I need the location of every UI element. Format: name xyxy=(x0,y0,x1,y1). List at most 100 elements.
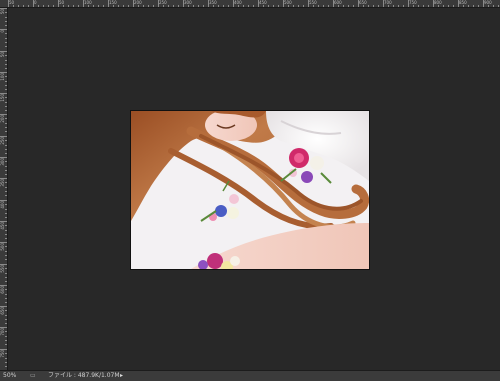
ruler-tick xyxy=(98,5,99,7)
ruler-tick xyxy=(343,5,344,7)
ruler-tick xyxy=(138,5,139,7)
ruler-tick xyxy=(5,106,7,107)
ruler-tick xyxy=(0,114,7,115)
ruler-label: 0 xyxy=(34,0,37,5)
ruler-tick xyxy=(5,42,7,43)
ruler-tick xyxy=(5,76,7,77)
ruler-tick xyxy=(5,204,7,205)
ruler-tick xyxy=(5,195,7,196)
ruler-tick xyxy=(5,251,7,252)
ruler-tick xyxy=(348,5,349,7)
ruler-tick xyxy=(5,230,7,231)
ruler-tick xyxy=(5,268,7,269)
ruler-tick xyxy=(0,29,7,30)
ruler-tick xyxy=(48,5,49,7)
photo-of-woman-with-flowers xyxy=(131,111,369,269)
ruler-tick xyxy=(63,5,64,7)
ruler-tick xyxy=(5,340,7,341)
ruler-tick xyxy=(123,5,124,7)
ruler-tick xyxy=(153,5,154,7)
ruler-tick xyxy=(218,5,219,7)
ruler-tick xyxy=(163,5,164,7)
ruler-tick xyxy=(5,273,7,274)
ruler-tick xyxy=(0,221,7,222)
ruler-tick xyxy=(5,170,7,171)
ruler-tick xyxy=(5,277,7,278)
ruler-tick xyxy=(5,89,7,90)
ruler-tick xyxy=(333,0,334,7)
ruler-tick xyxy=(263,5,264,7)
ruler-tick xyxy=(358,0,359,7)
ruler-tick xyxy=(198,5,199,7)
ruler-tick xyxy=(0,306,7,307)
ruler-tick xyxy=(0,242,7,243)
ruler-tick xyxy=(83,0,84,7)
ruler-tick xyxy=(488,5,489,7)
ruler-tick xyxy=(448,5,449,7)
horizontal-ruler[interactable]: 50 0 50 100 150 200 250 300 350 400 450 500 550 600 65… xyxy=(0,0,500,8)
ruler-tick xyxy=(5,38,7,39)
ruler-tick xyxy=(5,33,7,34)
ruler-tick xyxy=(5,21,7,22)
ruler-tick xyxy=(5,255,7,256)
ruler-tick xyxy=(143,5,144,7)
canvas-image[interactable] xyxy=(131,111,369,269)
ruler-tick xyxy=(468,5,469,7)
ruler-tick xyxy=(408,0,409,7)
ruler-tick xyxy=(5,60,7,61)
ruler-tick xyxy=(0,136,7,137)
ruler-tick xyxy=(498,5,499,7)
ruler-tick xyxy=(188,5,189,7)
ruler-tick xyxy=(118,5,119,7)
ruler-tick xyxy=(5,358,7,359)
ruler-tick xyxy=(353,5,354,7)
ruler-tick xyxy=(0,157,7,158)
ruler-tick xyxy=(328,5,329,7)
ruler-tick xyxy=(128,5,129,7)
ruler-tick xyxy=(453,5,454,7)
ruler-tick xyxy=(418,5,419,7)
ruler-tick xyxy=(318,5,319,7)
ruler-tick xyxy=(438,5,439,7)
ruler-tick xyxy=(378,5,379,7)
ruler-tick xyxy=(0,349,7,350)
ruler-tick xyxy=(5,85,7,86)
ruler-tick xyxy=(0,200,7,201)
ruler-tick xyxy=(5,46,7,47)
ruler-tick xyxy=(423,5,424,7)
ruler-tick xyxy=(293,5,294,7)
ruler-tick xyxy=(108,0,109,7)
ruler-tick xyxy=(78,5,79,7)
ruler-tick xyxy=(5,336,7,337)
ruler-tick xyxy=(168,5,169,7)
ruler-tick xyxy=(5,149,7,150)
ruler-tick xyxy=(73,5,74,7)
ruler-tick xyxy=(393,5,394,7)
ruler-tick xyxy=(5,294,7,295)
ruler-tick xyxy=(43,5,44,7)
ruler-tick xyxy=(303,5,304,7)
ruler-tick xyxy=(5,64,7,65)
ruler-tick xyxy=(5,323,7,324)
ruler-tick xyxy=(5,217,7,218)
ruler-tick xyxy=(133,0,134,7)
ruler-tick xyxy=(5,140,7,141)
ruler-tick xyxy=(228,5,229,7)
ruler-tick xyxy=(68,5,69,7)
ruler-tick xyxy=(0,327,7,328)
ruler-tick xyxy=(5,209,7,210)
ruler-tick xyxy=(5,298,7,299)
ruler-tick xyxy=(278,5,279,7)
ruler-tick xyxy=(5,145,7,146)
ruler-tick xyxy=(38,5,39,7)
ruler-tick xyxy=(13,5,14,7)
ruler-tick xyxy=(298,5,299,7)
ruler-tick xyxy=(388,5,389,7)
ruler-tick xyxy=(5,68,7,69)
ruler-tick xyxy=(5,17,7,18)
ruler-tick xyxy=(103,5,104,7)
ruler-tick xyxy=(5,102,7,103)
ruler-tick xyxy=(203,5,204,7)
ruler-tick xyxy=(5,319,7,320)
vertical-ruler[interactable]: 50 0 50 100 150 200 250 300 350 400 450 500 550 600 65… xyxy=(0,8,8,370)
